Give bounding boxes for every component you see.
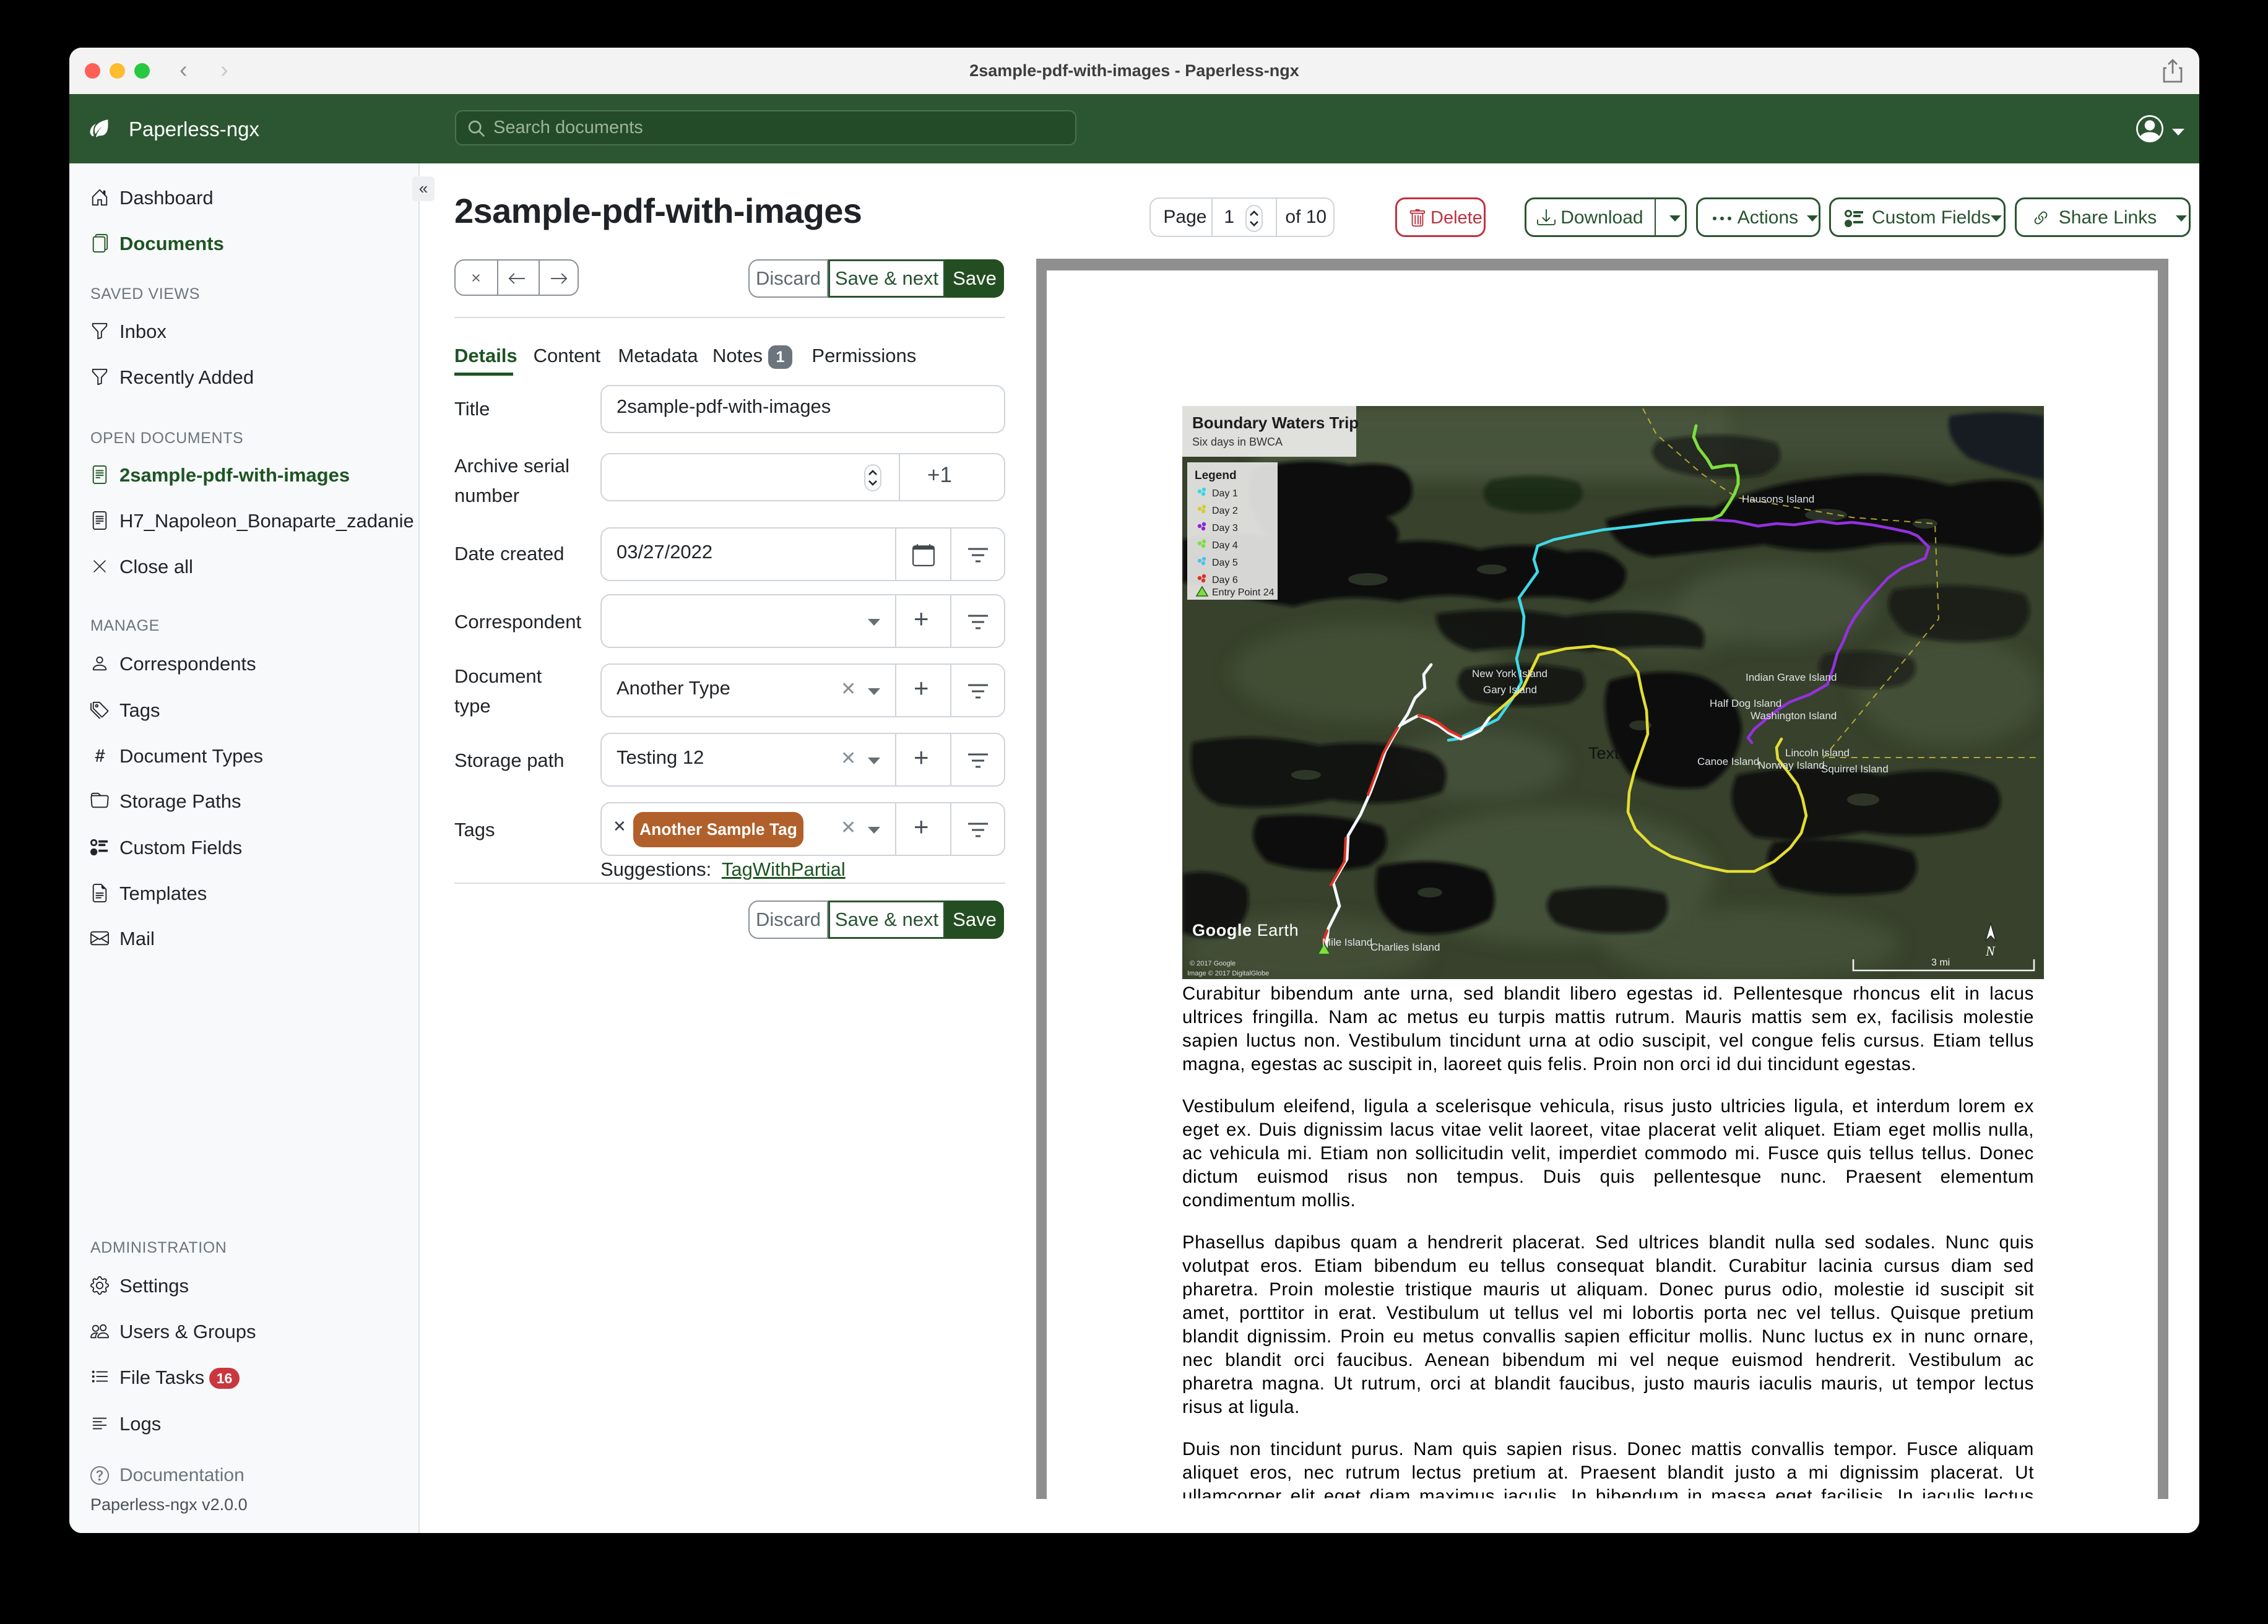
svg-text:© 2017 Google: © 2017 Google (1190, 960, 1236, 967)
svg-text:Image © 2017 DigitalGlobe: Image © 2017 DigitalGlobe (1187, 970, 1269, 977)
svg-text:Day 1: Day 1 (1212, 488, 1238, 499)
svg-text:Indian Grave Island: Indian Grave Island (1746, 672, 1837, 683)
svg-text:Squirrel Island: Squirrel Island (1821, 763, 1889, 775)
svg-text:Norway Island: Norway Island (1758, 759, 1825, 771)
svg-text:Boundary Waters Trip: Boundary Waters Trip (1192, 413, 1359, 432)
svg-text:Legend: Legend (1195, 469, 1237, 482)
svg-text:Washington Island: Washington Island (1751, 710, 1837, 722)
svg-text:Day 4: Day 4 (1212, 540, 1238, 551)
svg-text:Text: Text (1588, 744, 1619, 762)
svg-text:Day 3: Day 3 (1212, 523, 1238, 533)
svg-text:Google Earth: Google Earth (1192, 921, 1299, 939)
svg-text:Day 5: Day 5 (1212, 558, 1238, 568)
svg-text:Entry Point 24: Entry Point 24 (1212, 587, 1275, 598)
svg-text:3 mi: 3 mi (1931, 957, 1950, 968)
svg-text:Lincoln Island: Lincoln Island (1785, 747, 1850, 759)
svg-text:Hausons Island: Hausons Island (1742, 493, 1814, 505)
svg-text:Gary Island: Gary Island (1483, 684, 1537, 696)
svg-text:Day 2: Day 2 (1212, 506, 1238, 516)
svg-text:Canoe Island: Canoe Island (1697, 756, 1759, 767)
svg-text:Charlies Island: Charlies Island (1370, 941, 1440, 953)
svg-text:Day 6: Day 6 (1212, 575, 1238, 585)
svg-text:Six days in BWCA: Six days in BWCA (1192, 436, 1283, 448)
svg-text:N: N (1985, 943, 1996, 959)
svg-text:Half Dog Island: Half Dog Island (1710, 698, 1781, 709)
svg-text:Mile Island: Mile Island (1322, 936, 1372, 948)
svg-text:New York Island: New York Island (1472, 668, 1547, 680)
